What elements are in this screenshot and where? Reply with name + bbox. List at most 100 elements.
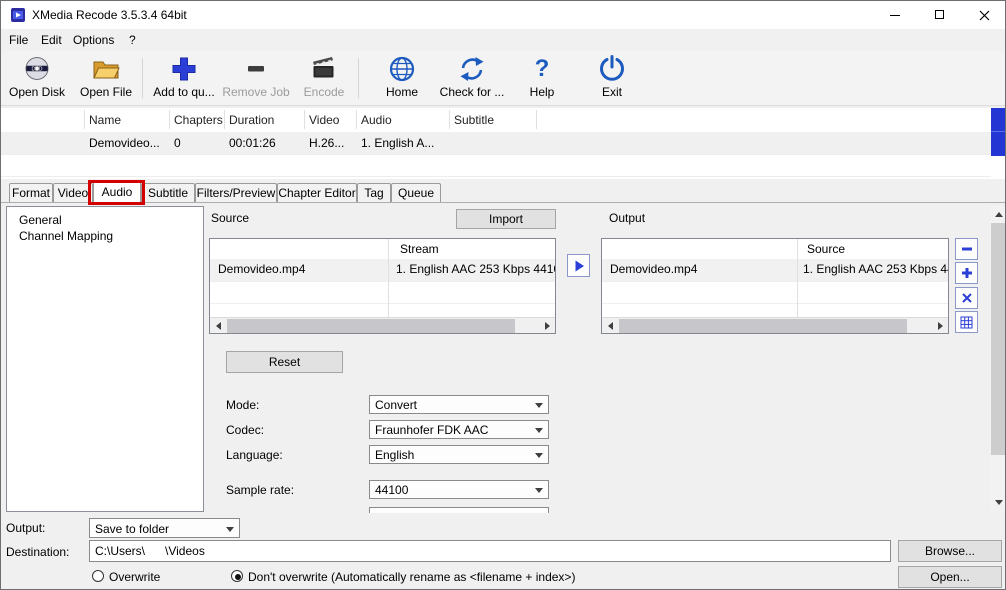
dont-overwrite-label: Don't overwrite (Automatically rename as… xyxy=(248,570,575,584)
sample-rate-select[interactable]: 44100 xyxy=(369,480,549,499)
content-vscrollbar[interactable] xyxy=(990,206,1005,511)
open-disk-button[interactable]: DVD Open Disk xyxy=(5,55,69,103)
row-divider xyxy=(1,176,991,177)
output-add-button[interactable] xyxy=(955,262,978,284)
transfer-stream-button[interactable] xyxy=(567,254,590,277)
job-col-subtitle[interactable]: Subtitle xyxy=(454,113,494,127)
reset-button[interactable]: Reset xyxy=(226,351,343,373)
help-button[interactable]: ? Help xyxy=(515,55,569,103)
scroll-left-button[interactable] xyxy=(602,318,618,333)
source-col-stream[interactable]: Stream xyxy=(400,242,439,256)
output-file-cell: Demovideo.mp4 xyxy=(610,262,697,276)
job-cell-audio: 1. English A... xyxy=(361,136,434,150)
language-value: English xyxy=(375,448,414,462)
job-col-duration[interactable]: Duration xyxy=(229,113,274,127)
source-stream-cell: 1. English AAC 253 Kbps 44100 xyxy=(396,262,556,276)
output-label: Output: xyxy=(6,521,45,535)
tab-subtitle[interactable]: Subtitle xyxy=(141,183,195,202)
exit-label: Exit xyxy=(583,85,641,99)
add-to-queue-label: Add to qu... xyxy=(147,85,221,99)
job-col-chapters[interactable]: Chapters xyxy=(174,113,223,127)
destination-input[interactable] xyxy=(89,540,891,562)
job-cell-chapters: 0 xyxy=(174,136,181,150)
exit-button[interactable]: Exit xyxy=(583,55,641,103)
source-stream-row[interactable]: Demovideo.mp4 1. English AAC 253 Kbps 44… xyxy=(210,259,555,281)
minimize-button[interactable] xyxy=(872,1,917,29)
job-col-audio[interactable]: Audio xyxy=(361,113,392,127)
open-disk-label: Open Disk xyxy=(5,85,69,99)
open-file-button[interactable]: Open File xyxy=(74,55,138,103)
overwrite-radio[interactable] xyxy=(92,570,104,582)
channels-select-partial[interactable] xyxy=(369,507,549,513)
tab-format[interactable]: Format xyxy=(9,183,53,202)
maximize-button[interactable] xyxy=(917,1,962,29)
mode-select[interactable]: Convert xyxy=(369,395,549,414)
output-properties-button[interactable] xyxy=(955,311,978,333)
menu-edit[interactable]: Edit xyxy=(37,29,66,51)
scroll-left-button[interactable] xyxy=(210,318,226,333)
column-divider xyxy=(449,110,450,129)
dont-overwrite-radio[interactable] xyxy=(231,570,243,582)
row-divider xyxy=(602,303,948,304)
menubar: File Edit Options ? xyxy=(1,29,1005,51)
open-button[interactable]: Open... xyxy=(898,566,1002,588)
scroll-right-button[interactable] xyxy=(539,318,555,333)
sidebar-item-general[interactable]: General xyxy=(7,212,203,228)
output-clear-button[interactable] xyxy=(955,287,978,309)
tab-chapter-editor[interactable]: Chapter Editor xyxy=(277,183,357,202)
menu-file[interactable]: File xyxy=(5,29,32,51)
column-divider xyxy=(169,110,170,129)
arrow-left-icon xyxy=(608,322,613,330)
output-remove-button[interactable] xyxy=(955,238,978,260)
menu-options[interactable]: Options xyxy=(69,29,118,51)
dvd-disc-icon: DVD xyxy=(5,55,69,85)
job-row[interactable]: Demovideo... 0 00:01:26 H.26... 1. Engli… xyxy=(1,132,991,154)
source-file-cell: Demovideo.mp4 xyxy=(218,262,305,276)
tab-queue[interactable]: Queue xyxy=(391,183,441,202)
output-stream-row[interactable]: Demovideo.mp4 1. English AAC 253 Kbps 44 xyxy=(602,259,948,281)
source-hscrollbar[interactable] xyxy=(210,317,555,333)
sidebar-item-label: Channel Mapping xyxy=(19,229,113,243)
home-button[interactable]: Home xyxy=(373,55,431,103)
column-divider xyxy=(224,110,225,129)
encode-label: Encode xyxy=(294,85,354,99)
play-arrow-icon xyxy=(572,259,586,273)
output-mode-select[interactable]: Save to folder xyxy=(89,518,240,538)
job-col-video[interactable]: Video xyxy=(309,113,339,127)
browse-button[interactable]: Browse... xyxy=(898,540,1002,562)
remove-job-button[interactable]: Remove Job xyxy=(220,55,292,103)
import-button[interactable]: Import xyxy=(456,209,556,229)
sidebar-item-channel-mapping[interactable]: Channel Mapping xyxy=(7,228,203,244)
tab-filters-preview[interactable]: Filters/Preview xyxy=(195,183,277,202)
job-list-scrollbar[interactable] xyxy=(991,108,1006,156)
codec-select[interactable]: Fraunhofer FDK AAC xyxy=(369,420,549,439)
arrow-left-icon xyxy=(216,322,221,330)
close-button[interactable] xyxy=(962,1,1006,29)
scroll-thumb[interactable] xyxy=(991,223,1005,455)
scroll-thumb[interactable] xyxy=(227,319,515,333)
scroll-up-button[interactable] xyxy=(990,206,1005,223)
menu-help[interactable]: ? xyxy=(125,29,140,51)
job-cell-duration: 00:01:26 xyxy=(229,136,276,150)
toolbar: DVD Open Disk Open File Add to qu... Rem… xyxy=(1,51,1005,106)
add-to-queue-button[interactable]: Add to qu... xyxy=(147,55,221,103)
titlebar: XMedia Recode 3.5.3.4 64bit xyxy=(1,1,1005,29)
language-select[interactable]: English xyxy=(369,445,549,464)
toolbar-separator xyxy=(142,58,143,98)
encode-button[interactable]: Encode xyxy=(294,55,354,103)
chevron-down-icon xyxy=(535,453,543,458)
tab-tag[interactable]: Tag xyxy=(357,183,391,202)
check-for-updates-button[interactable]: Check for ... xyxy=(433,55,511,103)
tab-label: Format xyxy=(10,184,52,202)
check-for-updates-label: Check for ... xyxy=(433,85,511,99)
chevron-down-icon xyxy=(535,428,543,433)
codec-label: Codec: xyxy=(226,423,264,437)
output-col-source[interactable]: Source xyxy=(807,242,845,256)
audio-tab-highlight-box xyxy=(88,180,145,205)
job-col-name[interactable]: Name xyxy=(89,113,121,127)
output-hscrollbar[interactable] xyxy=(602,317,948,333)
scroll-down-button[interactable] xyxy=(990,494,1005,511)
scroll-right-button[interactable] xyxy=(932,318,948,333)
tab-video[interactable]: Video xyxy=(53,183,93,202)
scroll-thumb[interactable] xyxy=(619,319,907,333)
